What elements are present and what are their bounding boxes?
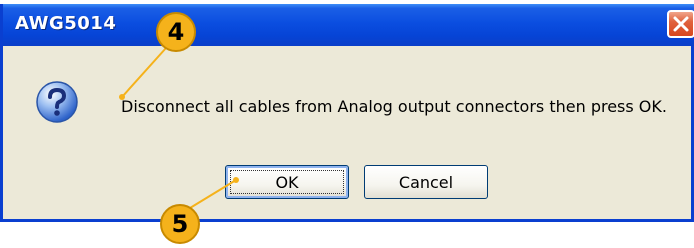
question-icon — [36, 81, 78, 123]
cancel-button-label: Cancel — [398, 172, 454, 192]
message-dialog: AWG5014 Disconnect all cables from Analo… — [0, 4, 694, 222]
dialog-message: Disconnect all cables from Analog output… — [121, 97, 667, 116]
cancel-button[interactable]: Cancel — [364, 165, 488, 199]
dialog-body: Disconnect all cables from Analog output… — [3, 46, 694, 222]
focus-rectangle — [230, 170, 344, 194]
window-title: AWG5014 — [15, 13, 117, 34]
callout-step-5: 5 — [160, 204, 200, 244]
callout-step-4: 4 — [156, 12, 196, 52]
ok-button[interactable]: OK — [225, 165, 349, 199]
close-button[interactable] — [667, 10, 694, 38]
close-icon — [673, 16, 689, 32]
title-bar[interactable]: AWG5014 — [3, 4, 694, 46]
